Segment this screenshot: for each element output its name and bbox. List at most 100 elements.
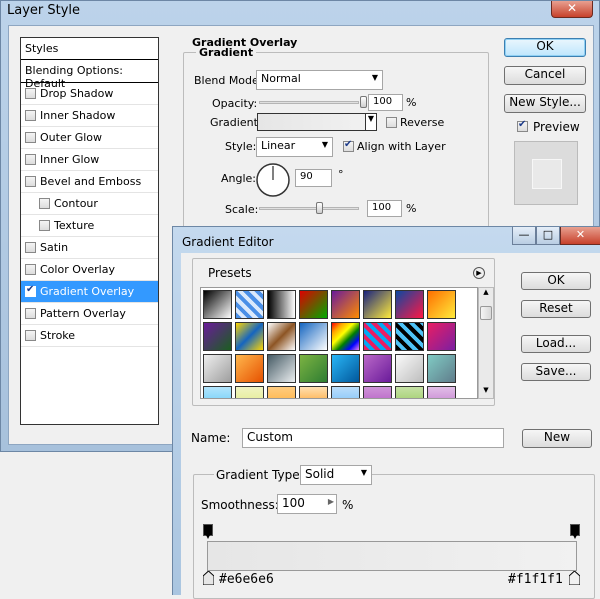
scale-input[interactable]: 100 bbox=[367, 200, 402, 217]
opacity-input[interactable]: 100 bbox=[368, 94, 403, 111]
gradient-ok-button[interactable]: OK bbox=[521, 272, 591, 290]
preset-swatch[interactable] bbox=[203, 386, 232, 398]
style-item-outer-glow[interactable]: Outer Glow bbox=[21, 127, 158, 149]
preset-swatch[interactable] bbox=[235, 322, 264, 351]
smoothness-input[interactable]: 100 ▶ bbox=[277, 494, 337, 514]
scroll-up-icon[interactable]: ▲ bbox=[480, 288, 492, 300]
scale-slider-track[interactable] bbox=[259, 207, 359, 210]
gradient-preview-swatch[interactable] bbox=[257, 113, 367, 131]
ok-button[interactable]: OK bbox=[504, 38, 586, 57]
style-item-inner-shadow[interactable]: Inner Shadow bbox=[21, 105, 158, 127]
angle-input[interactable]: 90 bbox=[295, 169, 332, 187]
preset-swatch[interactable] bbox=[427, 322, 456, 351]
name-input[interactable]: Custom bbox=[242, 428, 504, 448]
opacity-stop-left[interactable] bbox=[203, 524, 213, 539]
smoothness-arrow-icon[interactable]: ▶ bbox=[328, 497, 334, 506]
preset-swatch[interactable] bbox=[235, 354, 264, 383]
preset-swatch[interactable] bbox=[331, 354, 360, 383]
opacity-slider-handle[interactable] bbox=[360, 96, 367, 108]
load-button[interactable]: Load... bbox=[521, 335, 591, 353]
preset-swatch[interactable] bbox=[427, 290, 456, 319]
scroll-down-icon[interactable]: ▼ bbox=[480, 386, 492, 398]
style-item-stroke[interactable]: Stroke bbox=[21, 325, 158, 347]
style-item-pattern-overlay[interactable]: Pattern Overlay bbox=[21, 303, 158, 325]
style-select[interactable]: Linear bbox=[256, 137, 333, 157]
preset-swatch[interactable] bbox=[331, 290, 360, 319]
style-checkbox[interactable] bbox=[25, 308, 36, 319]
presets-menu-icon[interactable]: ▶ bbox=[473, 267, 485, 279]
scale-slider-handle[interactable] bbox=[316, 202, 323, 214]
style-checkbox[interactable] bbox=[25, 284, 36, 297]
preset-swatch[interactable] bbox=[363, 290, 392, 319]
style-item-color-overlay[interactable]: Color Overlay bbox=[21, 259, 158, 281]
save-button[interactable]: Save... bbox=[521, 363, 591, 381]
scrollbar-thumb[interactable] bbox=[480, 306, 492, 320]
preset-swatch[interactable] bbox=[299, 386, 328, 398]
opacity-stop-right[interactable] bbox=[570, 524, 580, 539]
color-stop-right[interactable] bbox=[569, 571, 580, 585]
new-gradient-button[interactable]: New bbox=[522, 429, 592, 448]
preset-swatch[interactable] bbox=[395, 354, 424, 383]
layer-style-close-button[interactable]: ✕ bbox=[551, 1, 593, 18]
preset-swatch[interactable] bbox=[267, 290, 296, 319]
blending-options-item[interactable]: Blending Options: Default bbox=[21, 60, 158, 90]
style-checkbox[interactable] bbox=[25, 176, 36, 187]
style-item-inner-glow[interactable]: Inner Glow bbox=[21, 149, 158, 171]
preset-swatch[interactable] bbox=[235, 290, 264, 319]
preset-swatch[interactable] bbox=[363, 386, 392, 398]
preset-swatch[interactable] bbox=[331, 386, 360, 398]
preset-swatch[interactable] bbox=[363, 354, 392, 383]
preset-swatch[interactable] bbox=[395, 290, 424, 319]
style-item-bevel-and-emboss[interactable]: Bevel and Emboss bbox=[21, 171, 158, 193]
gradient-type-select[interactable]: Solid bbox=[300, 465, 372, 485]
preset-swatch[interactable] bbox=[267, 322, 296, 351]
align-with-layer-checkbox[interactable] bbox=[343, 139, 354, 152]
styles-header[interactable]: Styles bbox=[21, 38, 158, 60]
reset-button[interactable]: Reset bbox=[521, 300, 591, 318]
cancel-button[interactable]: Cancel bbox=[504, 66, 586, 85]
presets-scrollbar[interactable]: ▲ ▼ bbox=[478, 287, 494, 399]
preview-checkbox[interactable] bbox=[517, 119, 528, 132]
preset-swatch[interactable] bbox=[427, 386, 456, 398]
preset-swatch[interactable] bbox=[203, 290, 232, 319]
preset-swatch[interactable] bbox=[331, 322, 360, 351]
style-item-drop-shadow[interactable]: Drop Shadow bbox=[21, 83, 158, 105]
style-checkbox[interactable] bbox=[25, 242, 36, 253]
style-item-gradient-overlay[interactable]: Gradient Overlay bbox=[21, 281, 158, 303]
minimize-button[interactable]: — bbox=[512, 227, 536, 245]
style-checkbox[interactable] bbox=[25, 330, 36, 341]
preset-swatch[interactable] bbox=[299, 354, 328, 383]
style-checkbox[interactable] bbox=[25, 154, 36, 165]
blend-mode-select[interactable]: Normal bbox=[256, 70, 383, 90]
style-checkbox[interactable] bbox=[25, 264, 36, 275]
preset-swatch[interactable] bbox=[363, 322, 392, 351]
gradient-editor-close-button[interactable]: ✕ bbox=[560, 227, 600, 245]
style-checkbox[interactable] bbox=[25, 132, 36, 143]
color-stop-left[interactable] bbox=[203, 571, 214, 585]
preset-swatch[interactable] bbox=[299, 290, 328, 319]
preset-swatch[interactable] bbox=[235, 386, 264, 398]
maximize-button[interactable]: □ bbox=[536, 227, 560, 245]
style-checkbox[interactable] bbox=[39, 198, 50, 209]
reverse-checkbox[interactable] bbox=[386, 117, 397, 128]
preset-swatch[interactable] bbox=[267, 354, 296, 383]
gradient-bar[interactable] bbox=[207, 541, 577, 571]
new-style-button[interactable]: New Style... bbox=[504, 94, 586, 113]
style-checkbox[interactable] bbox=[25, 88, 36, 99]
style-item-satin[interactable]: Satin bbox=[21, 237, 158, 259]
gradient-dropdown-arrow[interactable]: ▼ bbox=[365, 113, 377, 131]
opacity-slider-track[interactable] bbox=[259, 101, 359, 104]
style-item-texture[interactable]: Texture bbox=[21, 215, 158, 237]
preset-swatch[interactable] bbox=[203, 322, 232, 351]
preset-swatch[interactable] bbox=[395, 386, 424, 398]
preset-swatch[interactable] bbox=[203, 354, 232, 383]
layer-style-titlebar[interactable]: Layer Style ✕ bbox=[1, 1, 599, 23]
preset-swatch[interactable] bbox=[395, 322, 424, 351]
style-item-contour[interactable]: Contour bbox=[21, 193, 158, 215]
preset-swatch[interactable] bbox=[427, 354, 456, 383]
angle-dial[interactable] bbox=[255, 162, 291, 198]
style-checkbox[interactable] bbox=[25, 110, 36, 121]
style-checkbox[interactable] bbox=[39, 220, 50, 231]
preset-swatch[interactable] bbox=[267, 386, 296, 398]
preset-swatch[interactable] bbox=[299, 322, 328, 351]
